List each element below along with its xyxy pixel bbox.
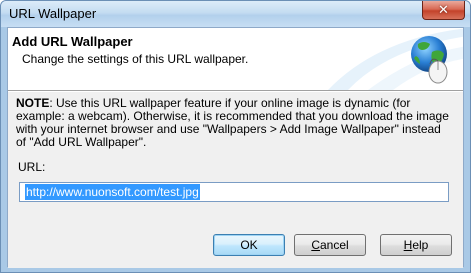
note-label: NOTE (16, 96, 50, 110)
dialog-header: Add URL Wallpaper Change the settings of… (8, 28, 463, 90)
ok-button-label: OK (240, 238, 258, 252)
dialog-client-area: Add URL Wallpaper Change the settings of… (7, 27, 464, 268)
help-button[interactable]: Help (380, 234, 452, 256)
title-bar[interactable]: URL Wallpaper ✕ (1, 1, 470, 27)
window-title: URL Wallpaper (9, 6, 97, 21)
ok-button[interactable]: OK (213, 234, 285, 256)
url-input[interactable]: http://www.nuonsoft.com/test.jpg (19, 182, 449, 202)
close-button[interactable]: ✕ (422, 1, 465, 20)
note-text: NOTE: Use this URL wallpaper feature if … (16, 97, 452, 149)
url-label: URL: (18, 160, 46, 174)
close-icon: ✕ (438, 2, 449, 18)
note-body: : Use this URL wallpaper feature if your… (16, 96, 449, 149)
header-title: Add URL Wallpaper (12, 34, 133, 49)
cancel-button-label: Cancel (311, 238, 349, 252)
header-subtitle: Change the settings of this URL wallpape… (22, 52, 249, 66)
cancel-button[interactable]: Cancel (294, 234, 366, 256)
dialog-window: URL Wallpaper ✕ Add URL Wallpaper Change… (0, 0, 471, 273)
url-input-value: http://www.nuonsoft.com/test.jpg (25, 184, 200, 200)
globe-with-mouse-icon (411, 36, 448, 84)
dialog-body: NOTE: Use this URL wallpaper feature if … (8, 92, 463, 268)
help-button-label: Help (403, 238, 429, 252)
